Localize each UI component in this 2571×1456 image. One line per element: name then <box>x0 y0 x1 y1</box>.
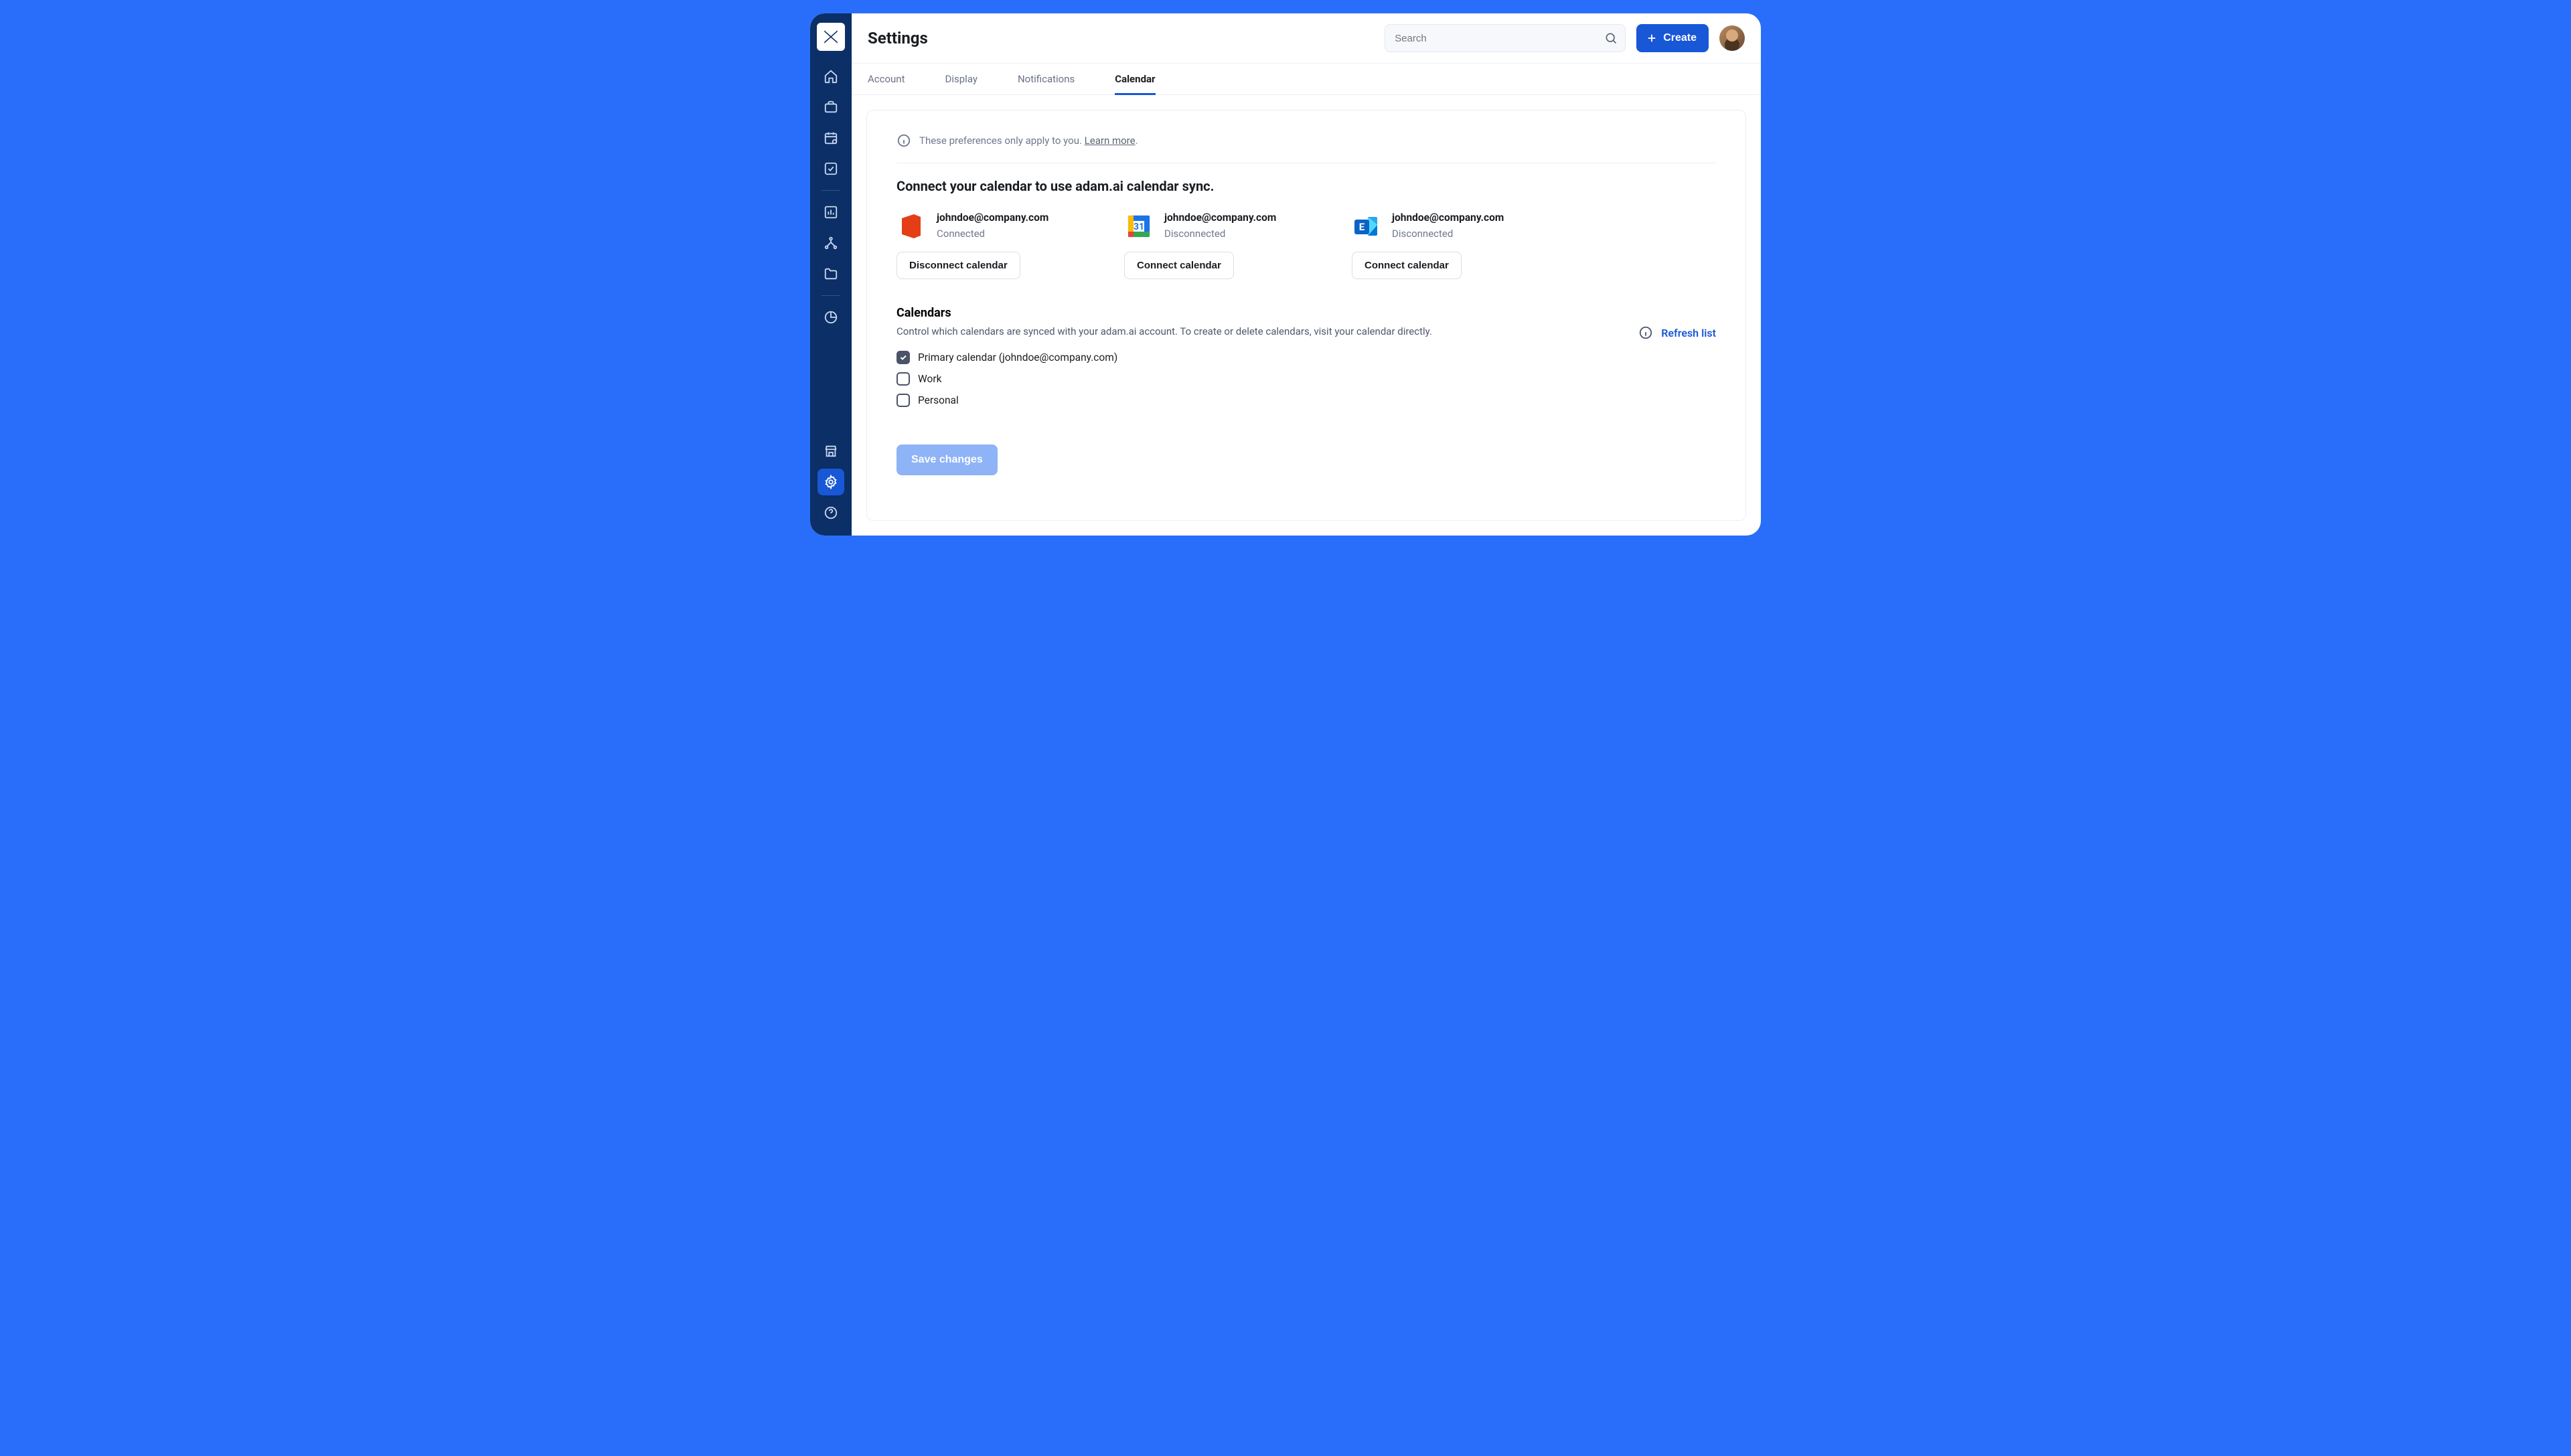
refresh-list-button[interactable]: Refresh list <box>1638 325 1716 340</box>
provider-email: johndoe@company.com <box>937 212 1048 224</box>
calendar-list: Primary calendar (johndoe@company.com) W… <box>897 351 1716 407</box>
topbar: Settings Create <box>852 13 1761 63</box>
calendar-item-label: Primary calendar (johndoe@company.com) <box>918 351 1117 363</box>
tab-display[interactable]: Display <box>945 64 978 94</box>
info-icon <box>897 133 911 148</box>
svg-text:E: E <box>1359 221 1365 233</box>
checkbox-icon <box>897 351 910 364</box>
sidebar-divider <box>822 190 840 191</box>
pie-icon[interactable] <box>817 304 844 331</box>
help-icon[interactable] <box>817 499 844 526</box>
provider-status: Disconnected <box>1164 228 1276 240</box>
save-changes-button[interactable]: Save changes <box>897 444 998 475</box>
provider-status: Disconnected <box>1392 228 1504 240</box>
folder-icon[interactable] <box>817 260 844 287</box>
sidebar <box>810 13 852 536</box>
gear-icon[interactable] <box>817 469 844 495</box>
calendar-item-label: Personal <box>918 394 959 406</box>
calendar-item-personal[interactable]: Personal <box>897 394 1716 407</box>
office365-icon <box>897 212 926 241</box>
provider-email: johndoe@company.com <box>1392 212 1504 224</box>
app-frame: Settings Create Account Display Notifica… <box>810 13 1761 536</box>
calendar-item-work[interactable]: Work <box>897 372 1716 386</box>
chart-bar-icon[interactable] <box>817 199 844 226</box>
calendars-header-row: Control which calendars are synced with … <box>897 325 1716 340</box>
main: Settings Create Account Display Notifica… <box>852 13 1761 536</box>
svg-text:31: 31 <box>1134 222 1144 232</box>
calendar-item-primary[interactable]: Primary calendar (johndoe@company.com) <box>897 351 1716 364</box>
app-logo <box>817 23 845 51</box>
provider-email: johndoe@company.com <box>1164 212 1276 224</box>
info-banner: These preferences only apply to you. Lea… <box>897 133 1716 163</box>
provider-office365: johndoe@company.com Connected Disconnect… <box>897 212 1084 279</box>
provider-google-calendar: 31 johndoe@company.com Disconnected Conn… <box>1124 212 1312 279</box>
connect-calendar-button[interactable]: Connect calendar <box>1352 252 1462 279</box>
storefront-icon[interactable] <box>817 438 844 465</box>
settings-panel: These preferences only apply to you. Lea… <box>866 110 1746 521</box>
search-icon <box>1604 31 1618 45</box>
content: These preferences only apply to you. Lea… <box>852 95 1761 536</box>
info-text: These preferences only apply to you. <box>919 135 1082 147</box>
google-calendar-icon: 31 <box>1124 212 1154 241</box>
sidebar-divider <box>822 295 840 296</box>
provider-status: Connected <box>937 228 1048 240</box>
info-icon <box>1638 325 1653 340</box>
tab-notifications[interactable]: Notifications <box>1018 64 1075 94</box>
calendars-title: Calendars <box>897 306 1716 320</box>
checkbox-icon <box>897 372 910 386</box>
search-box <box>1385 24 1626 52</box>
create-button[interactable]: Create <box>1636 24 1709 52</box>
briefcase-icon[interactable] <box>817 94 844 120</box>
providers: johndoe@company.com Connected Disconnect… <box>897 212 1716 279</box>
branch-icon[interactable] <box>817 230 844 256</box>
home-icon[interactable] <box>817 63 844 90</box>
connect-section-title: Connect your calendar to use adam.ai cal… <box>897 178 1716 194</box>
checkbox-icon[interactable] <box>817 155 844 182</box>
plus-icon <box>1646 32 1658 44</box>
tabs: Account Display Notifications Calendar <box>852 63 1761 95</box>
avatar[interactable] <box>1719 25 1745 51</box>
calendar-check-icon[interactable] <box>817 125 844 151</box>
info-suffix: . <box>1136 135 1138 147</box>
disconnect-calendar-button[interactable]: Disconnect calendar <box>897 252 1020 279</box>
checkbox-icon <box>897 394 910 407</box>
tab-account[interactable]: Account <box>868 64 905 94</box>
connect-calendar-button[interactable]: Connect calendar <box>1124 252 1234 279</box>
learn-more-link[interactable]: Learn more <box>1085 135 1136 147</box>
refresh-list-label: Refresh list <box>1661 327 1716 339</box>
create-label: Create <box>1663 32 1697 44</box>
calendar-item-label: Work <box>918 373 941 385</box>
provider-exchange: E johndoe@company.com Disconnected Conne… <box>1352 212 1539 279</box>
tab-calendar[interactable]: Calendar <box>1115 64 1155 94</box>
exchange-icon: E <box>1352 212 1381 241</box>
search-input[interactable] <box>1385 24 1626 52</box>
page-title: Settings <box>868 29 928 48</box>
calendars-description: Control which calendars are synced with … <box>897 325 1612 337</box>
